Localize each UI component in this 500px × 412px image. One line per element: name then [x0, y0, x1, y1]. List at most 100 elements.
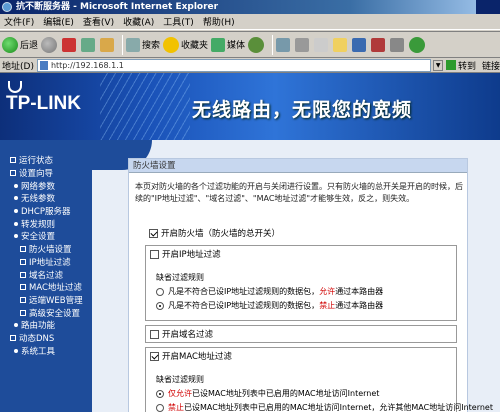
home-button[interactable]: [100, 37, 116, 52]
media-label: 媒体: [227, 41, 246, 51]
window-title: 抗不断服务器 - Microsoft Internet Explorer: [16, 2, 219, 12]
ip-rule-deny-text: 凡是不符合已设IP地址过滤规则的数据包，: [168, 301, 320, 310]
back-arrow-icon: [2, 36, 18, 53]
ip-filter-checkbox[interactable]: [150, 249, 159, 259]
bullet-square-icon: [20, 296, 26, 303]
toolbar-separator: [122, 34, 124, 55]
ip-rule-deny-radio[interactable]: [156, 301, 164, 310]
print-button[interactable]: [295, 37, 311, 52]
edit-button[interactable]: [314, 37, 330, 52]
mail-button[interactable]: [276, 37, 292, 52]
ip-filter-label: 开启IP地址过滤: [162, 250, 221, 260]
menu-edit[interactable]: 编辑(E): [43, 15, 74, 28]
sidebar-item-label: IP地址过滤: [29, 257, 71, 268]
banner-slogan: 无线路由，无限您的宽频: [192, 99, 413, 121]
sidebar-item[interactable]: 路由功能: [0, 319, 92, 332]
favorites-label: 收藏夹: [181, 41, 209, 51]
page-icon: [39, 60, 48, 70]
window-controls[interactable]: [476, 0, 500, 14]
mac-rule-allow-option[interactable]: 仅允许 已设MAC地址列表中已启用的MAC地址访问Internet: [146, 388, 456, 399]
sidebar-item[interactable]: 网络参数: [0, 179, 92, 192]
sidebar-item-label: 设置向导: [19, 169, 54, 180]
sidebar-item[interactable]: IP地址过滤: [0, 256, 92, 269]
messenger-icon: [409, 36, 426, 53]
messenger-button[interactable]: [409, 36, 427, 53]
panel-description: 本页对防火墙的各个过滤功能的开启与关闭进行设置。只有防火墙的总开关是开启的时候，…: [135, 182, 463, 203]
mac-default-rule-label: 缺省过滤规则: [156, 375, 204, 384]
history-button[interactable]: [248, 36, 266, 53]
bullet-dot-icon: [14, 183, 18, 188]
mac-rule-deny-option[interactable]: 禁止 已设MAC地址列表中已启用的MAC地址访问Internet，允许其他MAC…: [146, 402, 493, 412]
menu-file[interactable]: 文件(F): [4, 15, 34, 28]
sidebar-item-label: MAC地址过滤: [29, 283, 82, 294]
sidebar-item[interactable]: 无线参数: [0, 192, 92, 205]
menu-view[interactable]: 查看(V): [83, 15, 114, 28]
domain-filter-label: 开启域名过滤: [162, 330, 214, 340]
forward-button[interactable]: [41, 36, 59, 53]
domain-filter-checkbox[interactable]: [150, 329, 159, 339]
toolbar-icon: [371, 37, 386, 52]
sidebar-item[interactable]: 转发规则: [0, 217, 92, 230]
sidebar-item[interactable]: 运行状态: [0, 154, 92, 167]
address-input[interactable]: http://192.168.1.1: [36, 58, 432, 72]
print-icon: [295, 37, 310, 52]
address-dropdown[interactable]: ▼: [433, 59, 443, 71]
stop-icon: [62, 37, 77, 52]
ip-rule-allow-option[interactable]: 凡是不符合已设IP地址过滤规则的数据包， 允许 通过本路由器: [146, 286, 456, 297]
sidebar-item[interactable]: 动态DNS: [0, 332, 92, 345]
sidebar-item[interactable]: 域名过滤: [0, 268, 92, 281]
sidebar-item[interactable]: 设置向导: [0, 167, 92, 180]
ip-rule-allow-suffix: 通过本路由器: [335, 287, 384, 296]
menu-tools[interactable]: 工具(T): [163, 15, 194, 28]
links-button[interactable]: 链接: [482, 59, 500, 72]
ip-rule-allow-radio[interactable]: [156, 287, 164, 296]
stop-button[interactable]: [62, 37, 78, 52]
toolbar-icon: [390, 37, 405, 52]
domain-filter-section: 开启域名过滤: [145, 325, 457, 343]
mac-rule-deny-radio[interactable]: [156, 403, 164, 412]
sidebar-item[interactable]: 高级安全设置: [0, 306, 92, 319]
search-button[interactable]: 搜索: [126, 37, 160, 52]
menu-help[interactable]: 帮助(H): [203, 15, 235, 28]
refresh-button[interactable]: [81, 37, 97, 52]
sidebar-item-label: 转发规则: [21, 219, 56, 230]
mac-rule-allow-radio[interactable]: [156, 389, 164, 398]
tool-button-2[interactable]: [371, 37, 387, 52]
go-label: 转到: [457, 61, 476, 72]
forward-arrow-icon: [41, 36, 58, 53]
window-title-bar: 抗不断服务器 - Microsoft Internet Explorer: [0, 0, 500, 14]
sidebar-item-label: 安全设置: [21, 232, 56, 243]
sidebar-item-label: 防火墙设置: [29, 245, 72, 256]
sidebar-item-label: 系统工具: [21, 346, 56, 357]
mac-filter-section: 开启MAC地址过滤 缺省过滤规则 仅允许 已设MAC地址列表中已启用的MAC地址…: [145, 347, 493, 412]
sidebar-item[interactable]: 安全设置: [0, 230, 92, 243]
folder-button[interactable]: [333, 37, 349, 52]
tool-button-3[interactable]: [390, 37, 406, 52]
back-button[interactable]: 后退: [2, 36, 38, 53]
sidebar-item[interactable]: DHCP服务器: [0, 205, 92, 218]
enable-firewall-checkbox[interactable]: [149, 228, 158, 238]
sidebar-item[interactable]: MAC地址过滤: [0, 281, 92, 294]
mac-rule-allow-emph: 仅允许: [168, 389, 192, 398]
bullet-dot-icon: [14, 196, 18, 201]
ip-rule-deny-suffix: 通过本路由器: [335, 301, 384, 310]
sidebar-item[interactable]: 系统工具: [0, 344, 92, 357]
mac-filter-checkbox[interactable]: [150, 351, 159, 361]
menu-favorites[interactable]: 收藏(A): [123, 15, 154, 28]
media-button[interactable]: 媒体: [211, 37, 246, 52]
toolbar-icon: [352, 37, 367, 52]
tool-button-1[interactable]: [352, 37, 368, 52]
ip-rule-allow-text: 凡是不符合已设IP地址过滤规则的数据包，: [168, 287, 320, 296]
mac-rule-allow-text: 已设MAC地址列表中已启用的MAC地址访问Internet: [192, 389, 380, 398]
mail-icon: [276, 37, 291, 52]
sidebar-item-label: 高级安全设置: [29, 308, 81, 319]
favorites-button[interactable]: 收藏夹: [163, 36, 209, 53]
firewall-panel: 防火墙设置 本页对防火墙的各个过滤功能的开启与关闭进行设置。只有防火墙的总开关是…: [128, 158, 493, 412]
sidebar-item-label: 域名过滤: [29, 270, 64, 281]
sidebar-item[interactable]: 防火墙设置: [0, 243, 92, 256]
ip-rule-deny-option[interactable]: 凡是不符合已设IP地址过滤规则的数据包， 禁止 通过本路由器: [146, 300, 456, 311]
bullet-dot-icon: [14, 234, 18, 239]
bullet-dot-icon: [14, 209, 18, 214]
sidebar-item[interactable]: 远端WEB管理: [0, 294, 92, 307]
go-button[interactable]: 转到: [445, 59, 476, 72]
